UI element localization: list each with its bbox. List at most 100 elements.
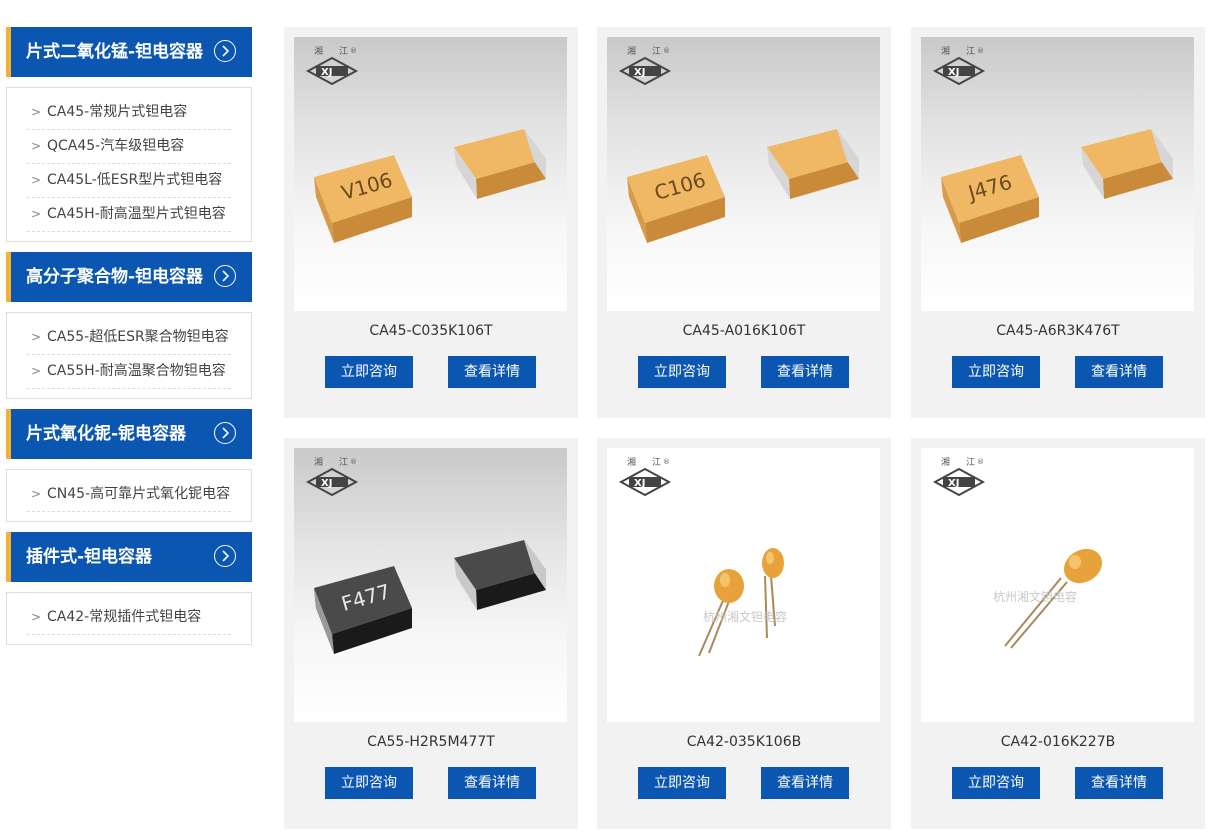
category-title: 插件式-钽电容器 bbox=[26, 547, 153, 567]
category-header-manganese[interactable]: 片式二氧化锰-钽电容器 bbox=[6, 27, 252, 77]
inquiry-button[interactable]: 立即咨询 bbox=[325, 767, 413, 799]
chevron-right-circle-icon bbox=[214, 40, 236, 62]
product-card: 湘 江 ® XJ F477 CA55-H2R5M477T 立即咨询 查看详情 bbox=[284, 438, 578, 829]
product-image[interactable]: 湘 江 ® XJ V106 bbox=[294, 37, 567, 311]
brand-logo: 湘 江 ® XJ bbox=[618, 45, 679, 89]
capacitor-chip-back bbox=[767, 129, 859, 199]
logo-char-right: 江 bbox=[652, 457, 661, 468]
chevron-right-icon: > bbox=[31, 173, 42, 187]
inquiry-button[interactable]: 立即咨询 bbox=[952, 767, 1040, 799]
capacitor-chip-back bbox=[1081, 129, 1173, 199]
category-item-label: CA45L-低ESR型片式钽电容 bbox=[47, 172, 223, 188]
category-item-label: CA45H-耐高温型片式钽电容 bbox=[47, 206, 226, 222]
logo-reg: ® bbox=[350, 47, 357, 55]
logo-mark: XJ bbox=[634, 67, 645, 78]
product-image[interactable]: 湘 江 ® XJ F477 bbox=[294, 448, 567, 722]
category-item[interactable]: > CA45H-耐高温型片式钽电容 bbox=[27, 198, 231, 232]
chevron-right-icon: > bbox=[31, 139, 42, 153]
chevron-right-circle-icon bbox=[214, 545, 236, 567]
inquiry-button[interactable]: 立即咨询 bbox=[638, 356, 726, 388]
product-card: 湘 江 ® XJ C106 CA45-A016K106T 立即咨询 查看详情 bbox=[597, 27, 891, 418]
logo-char-right: 江 bbox=[652, 46, 661, 57]
chevron-right-icon: > bbox=[31, 330, 42, 344]
product-image[interactable]: 湘 江 ® XJ C106 bbox=[607, 37, 880, 311]
logo-reg: ® bbox=[663, 47, 670, 55]
category-list: > CA55-超低ESR聚合物钽电容 > CA55H-耐高温聚合物钽电容 bbox=[6, 312, 252, 399]
chevron-right-icon: > bbox=[31, 207, 42, 221]
capacitor-chip-back bbox=[454, 540, 546, 610]
product-image[interactable]: 湘 江 ® XJ J476 bbox=[921, 37, 1194, 311]
chevron-right-icon: > bbox=[31, 610, 42, 624]
brand-logo: 湘 江 ® XJ bbox=[618, 456, 679, 500]
brand-logo: 湘 江 ® XJ bbox=[305, 45, 366, 89]
logo-char-left: 湘 bbox=[314, 45, 323, 57]
category-item[interactable]: > CA55-超低ESR聚合物钽电容 bbox=[27, 321, 231, 355]
logo-reg: ® bbox=[350, 458, 357, 466]
category-item[interactable]: > CN45-高可靠片式氧化铌电容 bbox=[27, 478, 231, 512]
image-watermark: 杭州湘文钽电容 bbox=[703, 610, 788, 624]
capacitor-chip-front: V106 bbox=[314, 155, 412, 243]
category-item[interactable]: > CA45-常规片式钽电容 bbox=[27, 96, 231, 130]
chevron-right-icon: > bbox=[31, 105, 42, 119]
logo-reg: ® bbox=[977, 458, 984, 466]
product-image[interactable]: 湘 江 ® XJ 杭州湘文钽电容 bbox=[607, 448, 880, 722]
logo-char-right: 江 bbox=[339, 457, 348, 468]
details-button[interactable]: 查看详情 bbox=[761, 356, 849, 388]
category-item[interactable]: > QCA45-汽车级钽电容 bbox=[27, 130, 231, 164]
category-item[interactable]: > CA55H-耐高温聚合物钽电容 bbox=[27, 355, 231, 389]
product-card: 湘 江 ® XJ J476 CA45-A6R3K476T 立即咨询 查看详情 bbox=[911, 27, 1205, 418]
logo-char-right: 江 bbox=[966, 46, 975, 57]
category-item-label: QCA45-汽车级钽电容 bbox=[47, 138, 185, 154]
category-sidebar: 片式二氧化锰-钽电容器 > CA45-常规片式钽电容 > QCA45-汽车级钽电容 … bbox=[6, 27, 252, 655]
details-button[interactable]: 查看详情 bbox=[761, 767, 849, 799]
product-name[interactable]: CA42-016K227B bbox=[911, 732, 1205, 752]
category-list: > CA42-常规插件式钽电容 bbox=[6, 592, 252, 645]
product-card: 湘 江 ® XJ V106 CA45-C035K106T 立即咨询 查看详情 bbox=[284, 27, 578, 418]
category-item-label: CA45-常规片式钽电容 bbox=[47, 104, 188, 120]
category-list: > CA45-常规片式钽电容 > QCA45-汽车级钽电容 > CA45L-低ESR型… bbox=[6, 87, 252, 242]
brand-logo: 湘 江 ® XJ bbox=[932, 456, 993, 500]
details-button[interactable]: 查看详情 bbox=[1075, 767, 1163, 799]
logo-char-right: 江 bbox=[339, 46, 348, 57]
product-name[interactable]: CA45-C035K106T bbox=[284, 321, 578, 341]
chevron-right-icon: > bbox=[31, 364, 42, 378]
category-header-leaded[interactable]: 插件式-钽电容器 bbox=[6, 532, 252, 582]
chevron-right-circle-icon bbox=[214, 422, 236, 444]
logo-reg: ® bbox=[977, 47, 984, 55]
product-card: 湘 江 ® XJ 杭州湘文钽电容 CA42-035K106B 立即咨询 查看详情 bbox=[597, 438, 891, 829]
details-button[interactable]: 查看详情 bbox=[448, 767, 536, 799]
category-item-label: CA55-超低ESR聚合物钽电容 bbox=[47, 329, 229, 345]
inquiry-button[interactable]: 立即咨询 bbox=[325, 356, 413, 388]
capacitor-chip-front: J476 bbox=[941, 155, 1039, 243]
logo-char-left: 湘 bbox=[941, 45, 950, 57]
chevron-right-icon: > bbox=[31, 487, 42, 501]
brand-logo: 湘 江 ® XJ bbox=[305, 456, 366, 500]
product-name[interactable]: CA45-A016K106T bbox=[597, 321, 891, 341]
category-item[interactable]: > CA45L-低ESR型片式钽电容 bbox=[27, 164, 231, 198]
inquiry-button[interactable]: 立即咨询 bbox=[638, 767, 726, 799]
inquiry-button[interactable]: 立即咨询 bbox=[952, 356, 1040, 388]
category-item-label: CA42-常规插件式钽电容 bbox=[47, 609, 202, 625]
category-item-label: CN45-高可靠片式氧化铌电容 bbox=[47, 486, 231, 502]
chevron-right-circle-icon bbox=[214, 265, 236, 287]
logo-char-left: 湘 bbox=[941, 456, 950, 468]
details-button[interactable]: 查看详情 bbox=[1075, 356, 1163, 388]
category-title: 片式氧化铌-铌电容器 bbox=[26, 424, 187, 444]
category-item-label: CA55H-耐高温聚合物钽电容 bbox=[47, 363, 226, 379]
product-name[interactable]: CA55-H2R5M477T bbox=[284, 732, 578, 752]
category-header-niobium[interactable]: 片式氧化铌-铌电容器 bbox=[6, 409, 252, 459]
product-name[interactable]: CA45-A6R3K476T bbox=[911, 321, 1205, 341]
category-header-polymer[interactable]: 高分子聚合物-钽电容器 bbox=[6, 252, 252, 302]
capacitor-chip-front: C106 bbox=[627, 155, 725, 243]
capacitor-chip-front: F477 bbox=[314, 566, 412, 654]
logo-mark: XJ bbox=[634, 478, 645, 489]
image-watermark: 杭州湘文钽电容 bbox=[993, 590, 1078, 604]
logo-mark: XJ bbox=[321, 478, 332, 489]
category-item[interactable]: > CA42-常规插件式钽电容 bbox=[27, 601, 231, 635]
brand-logo: 湘 江 ® XJ bbox=[932, 45, 993, 89]
logo-reg: ® bbox=[663, 458, 670, 466]
product-image[interactable]: 湘 江 ® XJ 杭州湘文钽电容 bbox=[921, 448, 1194, 722]
details-button[interactable]: 查看详情 bbox=[448, 356, 536, 388]
logo-char-left: 湘 bbox=[627, 45, 636, 57]
product-name[interactable]: CA42-035K106B bbox=[597, 732, 891, 752]
